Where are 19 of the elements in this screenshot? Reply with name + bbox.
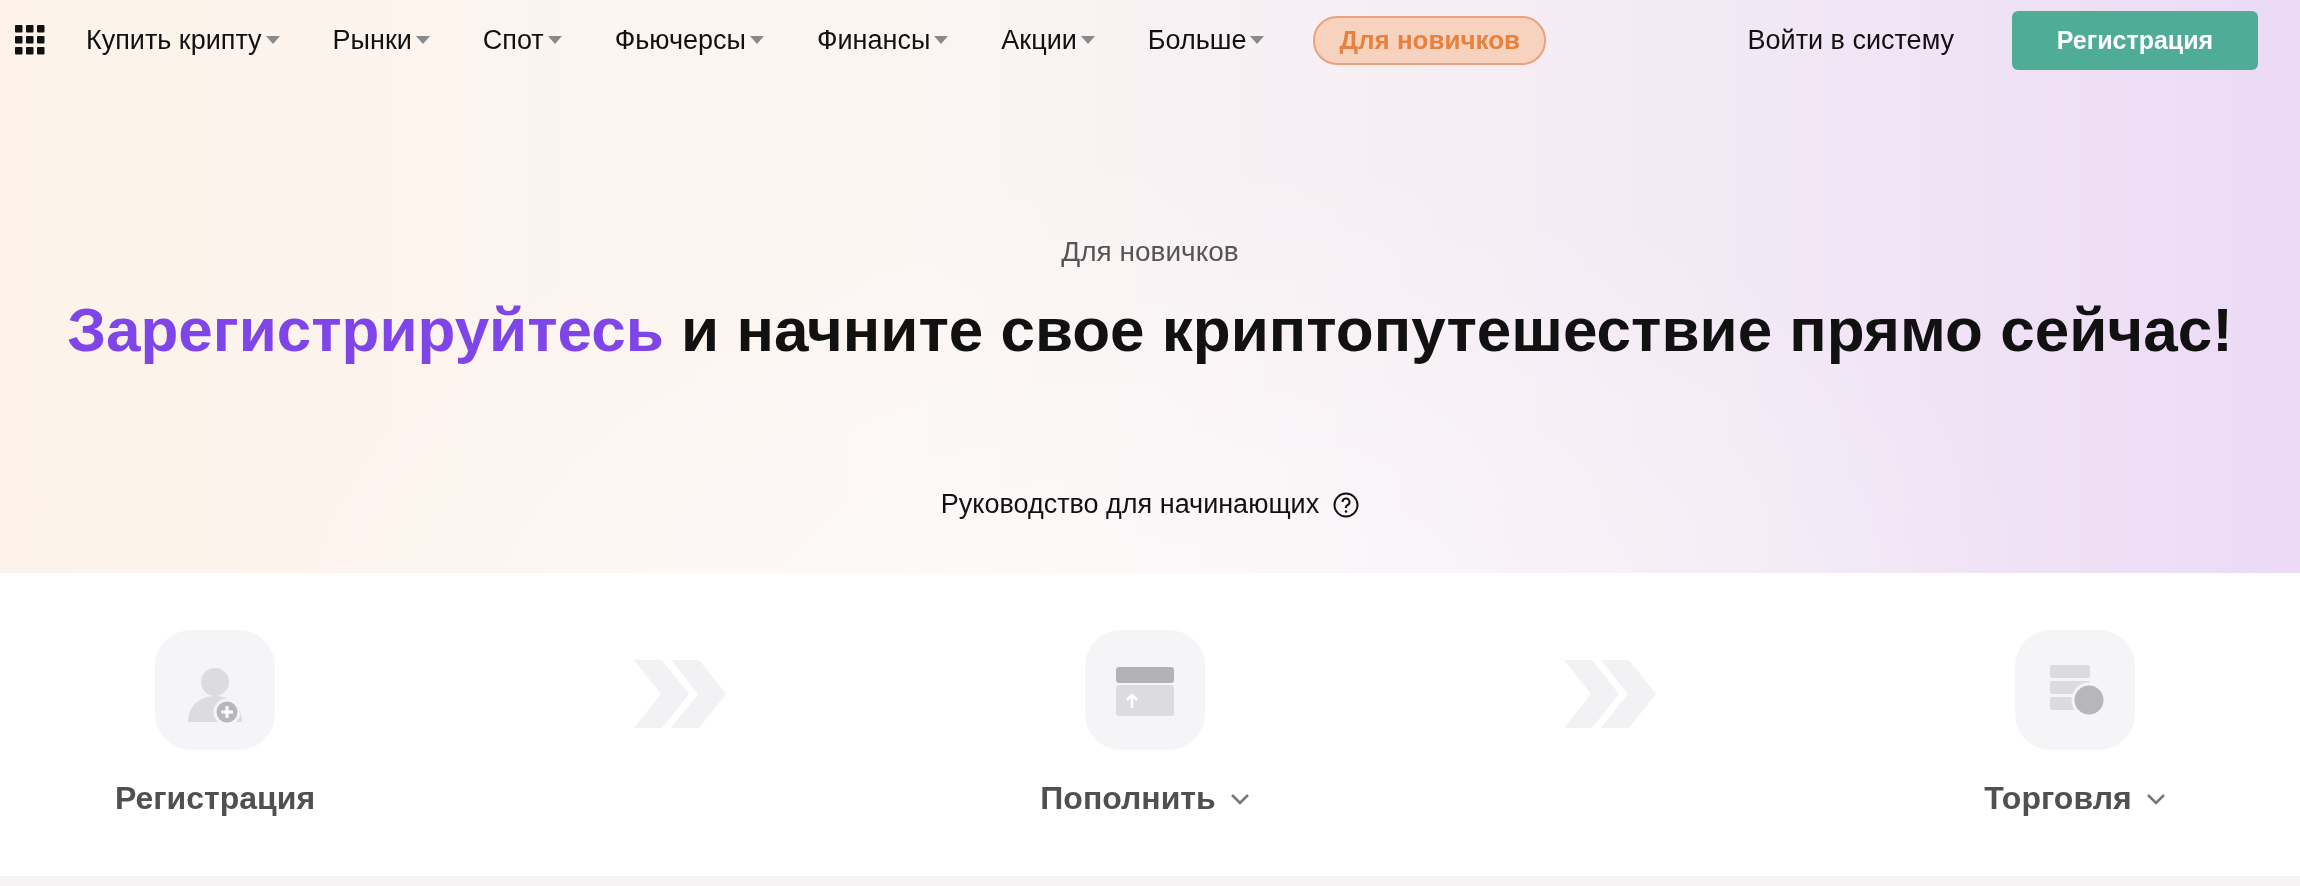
nav-menu-item[interactable]: Рынки [332,24,430,56]
guide-link[interactable]: Руководство для начинающих [940,489,1360,520]
nav-menu-item[interactable]: Акции [1001,24,1095,56]
section-eyebrow: Для новичков [1061,236,1239,268]
coin-list-icon [2015,630,2135,750]
nav-menu-item[interactable]: Фьючерсы [614,24,764,56]
upload-card-icon [1085,630,1205,750]
login-link[interactable]: Войти в систему [1747,24,1954,56]
nav-menu-item[interactable]: Финансы [817,24,949,56]
nav-menu-item[interactable]: Больше [1147,24,1265,56]
hero-headline: Зарегистрируйтесь и начните свое криптопутешествие прямо сейчас! [67,294,2233,365]
nav-menu-item[interactable]: Купить крипту [86,24,280,56]
help-icon [1333,491,1360,518]
nav-menu-item[interactable]: Спот [482,24,562,56]
step-label[interactable]: Пополнить [1040,780,1250,817]
step-label[interactable]: Регистрация [114,780,316,817]
add-user-icon [155,630,275,750]
step-label[interactable]: Торговля [1984,780,2166,817]
apps-grid-icon[interactable] [15,25,45,55]
